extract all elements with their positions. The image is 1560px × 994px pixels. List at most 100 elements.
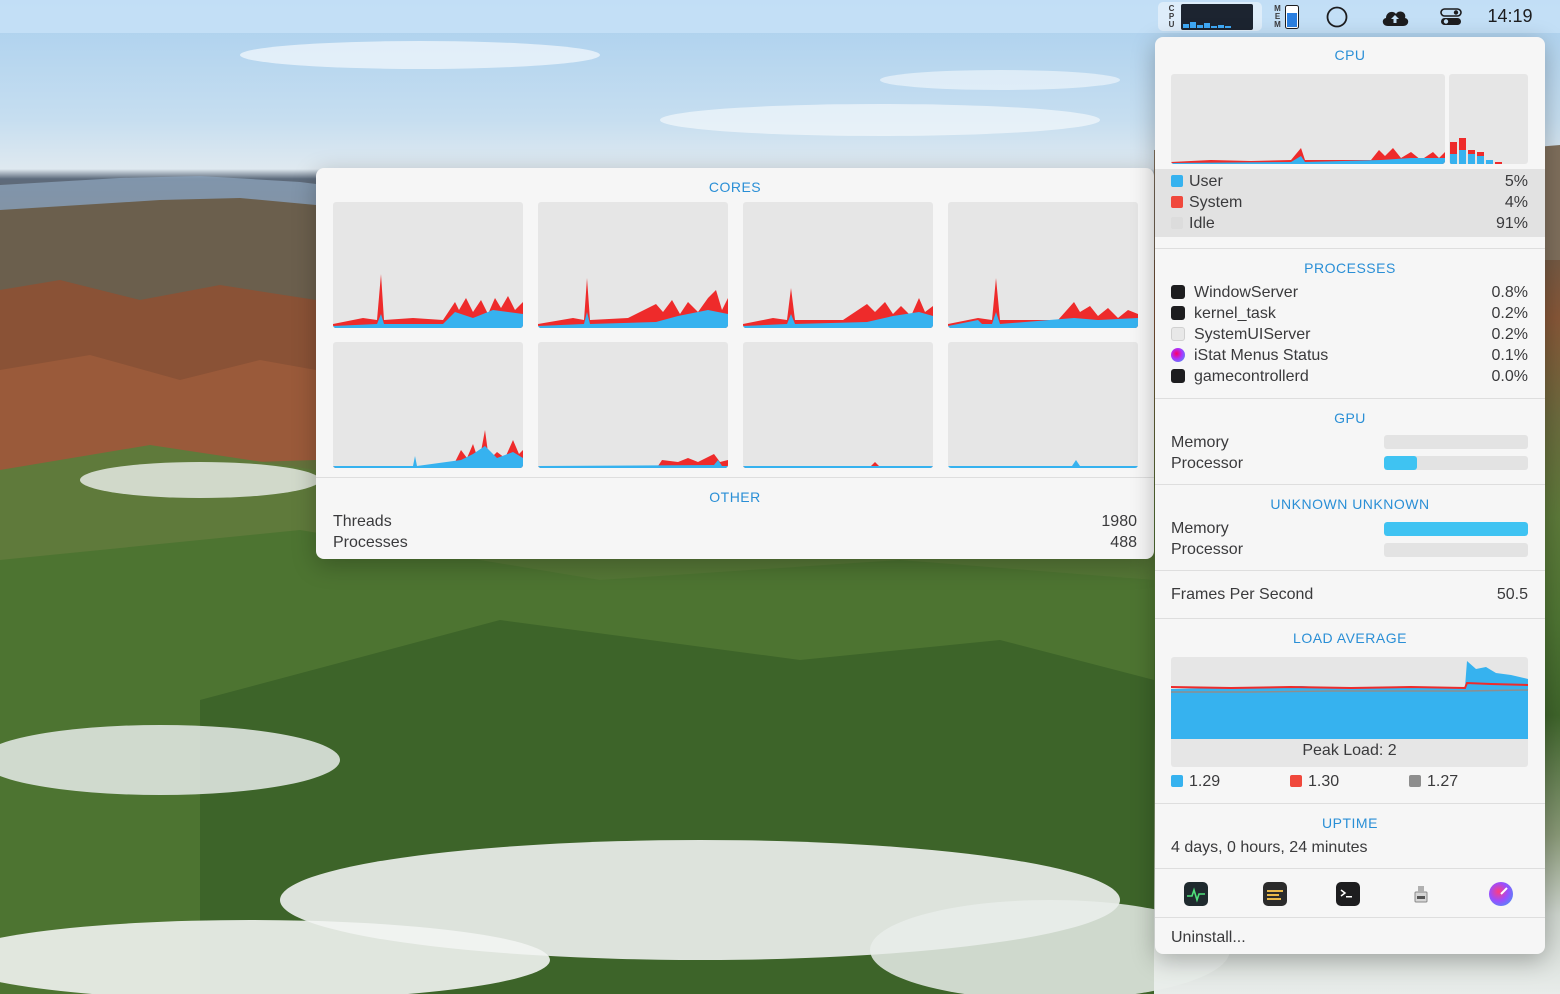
load-5min-value: 1.30	[1308, 773, 1340, 790]
idle-label: Idle	[1189, 215, 1215, 232]
idle-swatch	[1171, 217, 1183, 229]
threads-label: Threads	[333, 513, 392, 530]
cpu-idle-row: Idle 91%	[1171, 215, 1528, 236]
core-graph-5	[333, 342, 523, 468]
menu-bar: CPU MEM 14:19	[0, 0, 1560, 33]
gpu-processor-bar	[1384, 456, 1528, 470]
cpu-current-bars	[1449, 74, 1528, 164]
system-information-icon[interactable]	[1409, 882, 1433, 906]
process-cpu: 0.8%	[1491, 284, 1528, 301]
cpu-mini-graph	[1180, 3, 1253, 30]
memory-mini-bar	[1284, 4, 1299, 29]
gpu-memory-bar	[1384, 435, 1528, 449]
process-name: SystemUIServer	[1194, 326, 1311, 343]
terminal-icon[interactable]	[1336, 882, 1360, 906]
terminal-icon	[1171, 285, 1185, 299]
gpu2-title: UNKNOWN UNKNOWN	[1270, 496, 1430, 512]
divider	[1155, 868, 1545, 869]
divider	[1155, 248, 1545, 249]
process-row[interactable]: kernel_task 0.2%	[1171, 305, 1528, 326]
system-label: System	[1189, 194, 1243, 211]
uptime-row: 4 days, 0 hours, 24 minutes	[1171, 839, 1528, 860]
core-graph-3	[743, 202, 933, 328]
cpu-history-graph	[1171, 74, 1445, 164]
load-1min-value: 1.29	[1189, 773, 1221, 790]
load-legend: 1.29 1.30 1.27	[1171, 773, 1528, 794]
divider	[1155, 484, 1545, 485]
system-value: 4%	[1504, 194, 1528, 211]
divider	[316, 477, 1154, 478]
process-row[interactable]: gamecontrollerd 0.0%	[1171, 368, 1528, 389]
load-5min-swatch	[1290, 775, 1302, 787]
gpu2-memory-label: Memory	[1171, 520, 1229, 537]
idle-value: 91%	[1495, 215, 1528, 232]
load-15min-value: 1.27	[1427, 773, 1459, 790]
gpu2-processor-bar	[1384, 543, 1528, 557]
terminal-icon	[1171, 369, 1185, 383]
cpu-system-row: System 4%	[1171, 194, 1528, 215]
core-graph-8	[948, 342, 1138, 468]
fps-value: 50.5	[1496, 586, 1528, 603]
uptime-title: UPTIME	[1322, 815, 1378, 831]
divider	[1155, 398, 1545, 399]
core-graph-2	[538, 202, 728, 328]
menu-clock[interactable]: 14:19	[1482, 0, 1538, 33]
memory-menu-extra[interactable]: MEM	[1270, 0, 1302, 33]
user-label: User	[1189, 173, 1223, 190]
cpu-user-row: User 5%	[1171, 173, 1528, 194]
process-row[interactable]: iStat Menus Status 0.1%	[1171, 347, 1528, 368]
uninstall-link[interactable]: Uninstall...	[1171, 929, 1246, 947]
terminal-icon	[1171, 306, 1185, 320]
threads-value: 1980	[1101, 513, 1137, 530]
process-name: iStat Menus Status	[1194, 347, 1329, 364]
cpu-menu-extra[interactable]: CPU	[1158, 2, 1262, 31]
divider	[1155, 570, 1545, 571]
blank-app-icon	[1171, 327, 1185, 341]
console-icon[interactable]	[1263, 882, 1287, 906]
cloud-upload-icon[interactable]	[1378, 0, 1412, 33]
load-15min-swatch	[1409, 775, 1421, 787]
cpu-title: CPU	[1334, 47, 1366, 63]
cores-window: CORES OTHER Threads 1980 Processes 488	[316, 168, 1154, 559]
user-swatch	[1171, 175, 1183, 187]
peak-load: Peak Load: 2	[1302, 742, 1397, 759]
other-title: OTHER	[709, 489, 761, 505]
gpu-processor-bar-fill	[1384, 456, 1418, 470]
fps-row: Frames Per Second 50.5	[1171, 586, 1528, 607]
gpu2-memory-bar	[1384, 522, 1528, 536]
control-center-icon[interactable]	[1436, 0, 1466, 33]
core-graph-1	[333, 202, 523, 328]
divider	[1155, 917, 1545, 918]
gpu-processor-label: Processor	[1171, 455, 1244, 472]
istat-icon	[1171, 348, 1185, 362]
process-row[interactable]: WindowServer 0.8%	[1171, 284, 1528, 305]
core-graph-6	[538, 342, 728, 468]
gpu-title: GPU	[1334, 410, 1366, 426]
uninstall-row[interactable]: Uninstall...	[1171, 929, 1528, 950]
activity-monitor-icon[interactable]	[1184, 882, 1208, 906]
gpu-memory-label: Memory	[1171, 434, 1229, 451]
fps-label: Frames Per Second	[1171, 586, 1314, 603]
mem-label: MEM	[1274, 3, 1281, 29]
core-graph-7	[743, 342, 933, 468]
gpu2-memory-bar-fill	[1384, 522, 1528, 536]
circle-status-icon[interactable]	[1322, 0, 1352, 33]
processes-value: 488	[1110, 534, 1137, 551]
process-cpu: 0.2%	[1491, 326, 1528, 343]
load-1min-swatch	[1171, 775, 1183, 787]
process-row[interactable]: SystemUIServer 0.2%	[1171, 326, 1528, 347]
process-name: WindowServer	[1194, 284, 1299, 301]
gpu2-processor-label: Processor	[1171, 541, 1244, 558]
processes-title: PROCESSES	[1304, 260, 1396, 276]
load-average-graph: Peak Load: 2	[1171, 657, 1528, 767]
user-value: 5%	[1504, 173, 1528, 190]
process-cpu: 0.2%	[1491, 305, 1528, 322]
process-name: kernel_task	[1194, 305, 1276, 322]
divider	[1155, 803, 1545, 804]
system-swatch	[1171, 196, 1183, 208]
load-average-title: LOAD AVERAGE	[1293, 630, 1407, 646]
istat-icon[interactable]	[1489, 882, 1513, 906]
process-cpu: 0.0%	[1491, 368, 1528, 385]
divider	[1155, 618, 1545, 619]
core-graph-4	[948, 202, 1138, 328]
